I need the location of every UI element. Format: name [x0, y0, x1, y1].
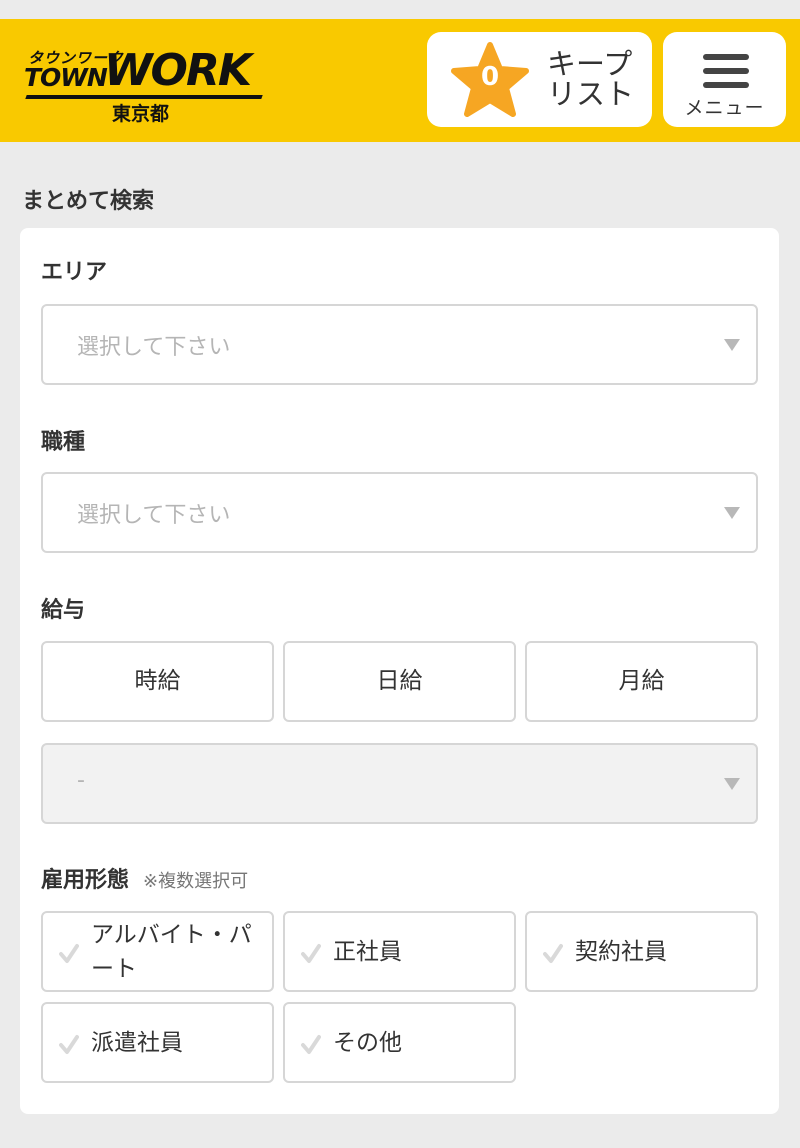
hamburger-icon — [703, 54, 749, 88]
keep-count: 0 — [480, 62, 500, 92]
employment-label-text: 雇用形態 — [41, 868, 130, 893]
employment-option-label: 派遣社員 — [91, 1029, 183, 1056]
menu-label: メニュー — [684, 97, 765, 119]
salary-amount-placeholder: - — [77, 768, 85, 793]
employment-note: ※複数選択可 — [143, 871, 249, 892]
salary-type-monthly-button[interactable]: 月給 — [525, 641, 758, 722]
employment-option-part-time[interactable]: アルバイト・パート — [41, 911, 274, 992]
area-select[interactable]: 選択して下さい — [41, 304, 758, 385]
salary-type-daily-button[interactable]: 日給 — [283, 641, 516, 722]
area-label: エリア — [41, 260, 108, 285]
employment-option-label: 正社員 — [333, 938, 402, 965]
employment-option-label: その他 — [333, 1029, 402, 1056]
site-header: タウンワーク TOWN WORK 東京都 0 キープ リスト メニュー — [0, 19, 800, 142]
caret-down-icon — [724, 778, 740, 790]
check-icon — [59, 1035, 79, 1054]
job-select[interactable]: 選択して下さい — [41, 472, 758, 553]
salary-type-hourly-button[interactable]: 時給 — [41, 641, 274, 722]
job-select-placeholder: 選択して下さい — [77, 503, 231, 528]
section-title: まとめて検索 — [22, 189, 155, 214]
check-icon — [543, 944, 563, 963]
townwork-logo[interactable]: タウンワーク TOWN WORK 東京都 — [24, 45, 264, 125]
employment-option-other[interactable]: その他 — [283, 1002, 516, 1083]
menu-button[interactable]: メニュー — [663, 32, 786, 127]
check-icon — [301, 1035, 321, 1054]
caret-down-icon — [724, 339, 740, 351]
caret-down-icon — [724, 507, 740, 519]
employment-option-full-time[interactable]: 正社員 — [283, 911, 516, 992]
job-label: 職種 — [41, 430, 86, 455]
salary-amount-select[interactable]: - — [41, 743, 758, 824]
check-icon — [59, 944, 79, 963]
employment-option-label: 契約社員 — [575, 938, 667, 965]
logo-work: WORK — [104, 45, 252, 96]
employment-option-label: アルバイト・パート — [91, 921, 252, 982]
logo-town: TOWN — [24, 63, 108, 92]
salary-label: 給与 — [41, 598, 86, 623]
employment-option-contract[interactable]: 契約社員 — [525, 911, 758, 992]
logo-prefecture: 東京都 — [112, 103, 170, 125]
employment-option-dispatch[interactable]: 派遣社員 — [41, 1002, 274, 1083]
search-panel: エリア 選択して下さい 職種 選択して下さい 給与 時給 日給 月給 - 雇用形… — [20, 228, 779, 1114]
employment-label: 雇用形態 ※複数選択可 — [41, 862, 248, 894]
keep-list-button[interactable]: 0 キープ リスト — [427, 32, 652, 127]
keep-list-label: キープ リスト — [547, 47, 635, 111]
area-select-placeholder: 選択して下さい — [77, 335, 231, 360]
check-icon — [301, 944, 321, 963]
